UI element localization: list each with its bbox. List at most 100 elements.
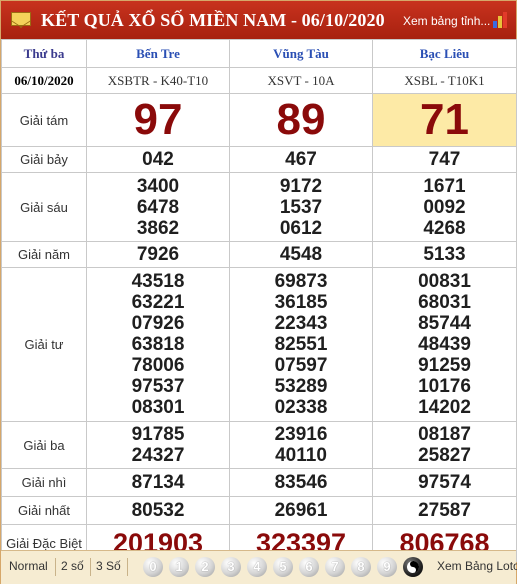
- prize-label: Giải ba: [1, 421, 87, 469]
- digit-ball-0[interactable]: 0: [143, 557, 163, 577]
- prize-label: Giải nhì: [1, 468, 87, 497]
- prize-row-g6: Giải sáu 3400 6478 3862 9172 1537 0612 1…: [1, 172, 517, 242]
- prize-number: 83546: [229, 468, 373, 497]
- digit-ball-7[interactable]: 7: [325, 557, 345, 577]
- prize-cell: 43518 63221 07926 63818 78006 97537 0830…: [86, 267, 230, 422]
- bar-chart-icon[interactable]: [493, 12, 511, 28]
- result-title: KẾT QUẢ XỔ SỐ MIỀN NAM - 06/10/2020: [41, 10, 385, 30]
- prize-cell: 3400 6478 3862: [86, 172, 230, 242]
- yin-yang-icon[interactable]: [403, 557, 423, 577]
- province-name[interactable]: Bạc Liêu: [372, 39, 517, 68]
- digit-ball-5[interactable]: 5: [273, 557, 293, 577]
- result-footer: Normal 2 số 3 Số 0 1 2 3 4 5 6 7 8 9 Xem…: [1, 550, 517, 584]
- digit-ball-4[interactable]: 4: [247, 557, 267, 577]
- ticket-code: XSVT - 10A: [229, 67, 373, 94]
- prize-number: 23916: [274, 424, 328, 445]
- prize-number: 80532: [86, 496, 230, 525]
- digit-ball-8[interactable]: 8: [351, 557, 371, 577]
- prize-number: 14202: [418, 397, 471, 418]
- prize-number: 5133: [372, 241, 517, 268]
- prize-number: 91259: [418, 355, 471, 376]
- prize-number: 6478: [136, 196, 180, 218]
- prize-row-g3: Giải ba 91785 24327 23916 40110 08187 25…: [1, 421, 517, 469]
- ticket-code: XSBTR - K40-T10: [86, 67, 230, 94]
- province-name[interactable]: Bến Tre: [86, 39, 230, 68]
- prize-number: 3862: [136, 217, 180, 239]
- digit-ball-9[interactable]: 9: [377, 557, 397, 577]
- prize-number: 89: [229, 93, 373, 147]
- prize-number: 1537: [279, 196, 323, 218]
- prize-cell: 69873 36185 22343 82551 07597 53289 0233…: [229, 267, 373, 422]
- prize-number: 53289: [274, 376, 328, 397]
- footer-divider: [90, 558, 91, 576]
- prize-number: 747: [372, 146, 517, 173]
- prize-row-g4: Giải tư 43518 63221 07926 63818 78006 97…: [1, 267, 517, 422]
- prize-number: 08187: [418, 424, 471, 445]
- prize-label: Giải tư: [1, 267, 87, 422]
- prize-number: 78006: [131, 355, 185, 376]
- results-table: Thứ ba Bến Tre Vũng Tàu Bạc Liêu 06/10/2…: [1, 39, 517, 562]
- view-loto-table-link[interactable]: Xem Bảng Loto: [437, 559, 517, 573]
- table-header-row: Thứ ba Bến Tre Vũng Tàu Bạc Liêu: [1, 39, 517, 68]
- digit-ball-2[interactable]: 2: [195, 557, 215, 577]
- draw-date: 06/10/2020: [1, 67, 87, 94]
- normal-button[interactable]: Normal: [9, 559, 48, 573]
- digit-ball-1[interactable]: 1: [169, 557, 189, 577]
- footer-divider: [127, 558, 128, 576]
- prize-cell: 91785 24327: [86, 421, 230, 469]
- prize-number: 22343: [274, 313, 328, 334]
- prize-number: 10176: [418, 376, 471, 397]
- prize-number: 0092: [423, 196, 466, 218]
- prize-number: 3400: [136, 175, 180, 197]
- prize-number: 82551: [274, 334, 328, 355]
- prize-number: 24327: [131, 445, 185, 466]
- digit-ball-6[interactable]: 6: [299, 557, 319, 577]
- prize-label: Giải năm: [1, 241, 87, 268]
- ticket-code: XSBL - T10K1: [372, 67, 517, 94]
- prize-cell: 23916 40110: [229, 421, 373, 469]
- prize-number: 4268: [423, 217, 466, 239]
- prize-number: 63818: [131, 334, 185, 355]
- result-header: KẾT QUẢ XỔ SỐ MIỀN NAM - 06/10/2020 Xem …: [1, 1, 516, 39]
- digit-ball-3[interactable]: 3: [221, 557, 241, 577]
- prize-number: 00831: [418, 271, 471, 292]
- prize-number: 40110: [275, 445, 327, 466]
- prize-number: 467: [229, 146, 373, 173]
- prize-label: Giải sáu: [1, 172, 87, 242]
- prize-row-g7: Giải bảy 042 467 747: [1, 146, 517, 173]
- prize-number: 4548: [229, 241, 373, 268]
- prize-number: 042: [86, 146, 230, 173]
- lottery-widget: KẾT QUẢ XỔ SỐ MIỀN NAM - 06/10/2020 Xem …: [0, 0, 517, 584]
- prize-number: 85744: [418, 313, 471, 334]
- footer-divider: [55, 558, 56, 576]
- prize-number: 26961: [229, 496, 373, 525]
- prize-number: 08301: [131, 397, 185, 418]
- prize-number: 97574: [372, 468, 517, 497]
- prize-number: 9172: [279, 175, 323, 197]
- prize-number: 07597: [274, 355, 328, 376]
- yin-yang-glyph: [407, 561, 419, 573]
- view-province-table-link[interactable]: Xem bảng tỉnh...: [403, 14, 490, 28]
- prize-number: 87134: [86, 468, 230, 497]
- prize-row-g8: Giải tám 97 89 71: [1, 93, 517, 147]
- prize-number: 63221: [131, 292, 185, 313]
- prize-number: 0612: [279, 217, 323, 239]
- prize-number: 48439: [418, 334, 471, 355]
- prize-row-g1: Giải nhất 80532 26961 27587: [1, 496, 517, 525]
- prize-number: 71: [372, 93, 517, 147]
- prize-number: 27587: [372, 496, 517, 525]
- two-digit-button[interactable]: 2 số: [61, 559, 84, 573]
- prize-number: 68031: [418, 292, 471, 313]
- prize-number: 07926: [131, 313, 185, 334]
- envelope-icon: [11, 12, 31, 26]
- three-digit-button[interactable]: 3 Số: [96, 559, 121, 573]
- prize-number: 1671: [423, 175, 466, 197]
- prize-number: 02338: [274, 397, 328, 418]
- prize-row-g5: Giải năm 7926 4548 5133: [1, 241, 517, 268]
- prize-label: Giải nhất: [1, 496, 87, 525]
- prize-number: 43518: [131, 271, 185, 292]
- table-code-row: 06/10/2020 XSBTR - K40-T10 XSVT - 10A XS…: [1, 67, 517, 94]
- prize-number: 25827: [418, 445, 471, 466]
- prize-number: 97: [86, 93, 230, 147]
- province-name[interactable]: Vũng Tàu: [229, 39, 373, 68]
